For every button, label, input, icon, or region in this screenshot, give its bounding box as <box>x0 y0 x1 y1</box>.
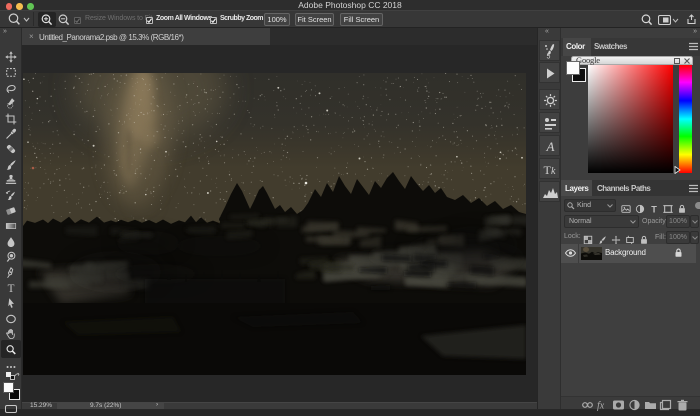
svg-text:A: A <box>546 139 555 154</box>
svg-text:fx: fx <box>597 401 605 412</box>
svg-text:T: T <box>8 283 15 294</box>
svg-text:T: T <box>651 204 657 214</box>
svg-text:5: 5 <box>547 54 551 61</box>
svg-text:k: k <box>551 166 556 177</box>
